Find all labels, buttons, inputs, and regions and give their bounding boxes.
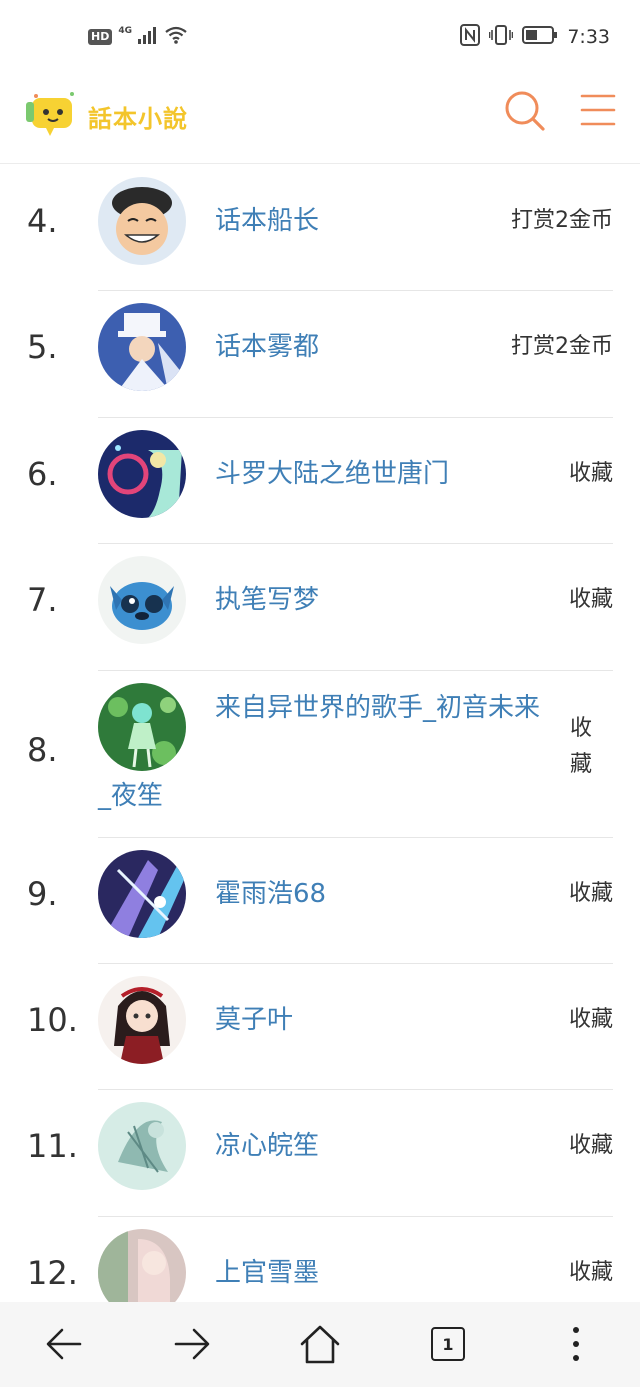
logo-text: 話本小說 bbox=[88, 104, 188, 133]
avatar[interactable] bbox=[98, 429, 186, 518]
reward-action[interactable]: 打赏2金币 bbox=[511, 328, 613, 360]
favorite-action[interactable]: 收藏 bbox=[569, 455, 613, 487]
avatar[interactable] bbox=[98, 303, 186, 392]
user-name-link[interactable]: 霍雨浩68 bbox=[215, 873, 326, 910]
avatar[interactable] bbox=[98, 177, 186, 265]
avatar[interactable] bbox=[98, 1228, 186, 1302]
battery-icon bbox=[522, 25, 558, 49]
hd-badge: HD bbox=[88, 29, 113, 45]
user-name-link[interactable]: 话本雾都 bbox=[215, 326, 319, 363]
avatar[interactable] bbox=[98, 682, 186, 771]
list-item[interactable]: 6. 斗罗大陆之绝世唐门 收藏 bbox=[0, 418, 640, 545]
app-logo[interactable]: 話本小說 bbox=[24, 88, 188, 144]
favorite-action[interactable]: 收藏 bbox=[569, 581, 613, 613]
avatar[interactable] bbox=[98, 556, 186, 645]
list-item[interactable]: 10. 莫子叶 收藏 bbox=[0, 964, 640, 1091]
back-button[interactable] bbox=[40, 1320, 88, 1368]
app-header: 話本小說 bbox=[0, 78, 640, 164]
user-name-link[interactable]: 凉心皖笙 bbox=[215, 1125, 319, 1162]
forward-arrow-icon bbox=[174, 1328, 210, 1360]
signal-icon bbox=[138, 26, 158, 48]
user-name-link[interactable]: 莫子叶 bbox=[215, 999, 293, 1036]
rank-number: 8. bbox=[27, 730, 58, 769]
list-item[interactable]: 12. 上官雪墨 收藏 bbox=[0, 1217, 640, 1302]
list-item[interactable]: 11. 凉心皖笙 收藏 bbox=[0, 1090, 640, 1217]
clock: 7:33 bbox=[567, 26, 610, 48]
more-button[interactable] bbox=[552, 1320, 600, 1368]
reward-action[interactable]: 打赏2金币 bbox=[511, 202, 613, 234]
user-name-link[interactable]: 执笔写梦 bbox=[215, 579, 319, 616]
favorite-action[interactable]: 收藏 bbox=[569, 1254, 613, 1286]
user-name-link[interactable]: 话本船长 bbox=[215, 200, 319, 237]
back-arrow-icon bbox=[46, 1328, 82, 1360]
logo-mascot-icon bbox=[24, 88, 80, 144]
user-name-link[interactable]: 来自异世界的歌手_初音未来 bbox=[215, 675, 575, 741]
status-bar: HD 4G 7:33 bbox=[0, 0, 640, 78]
favorite-action[interactable]: 收藏 bbox=[569, 1127, 613, 1159]
status-right: 7:33 bbox=[460, 24, 610, 50]
rank-number: 10. bbox=[27, 1000, 78, 1039]
status-left: HD 4G bbox=[88, 26, 188, 48]
user-name-link[interactable]: 上官雪墨 bbox=[215, 1252, 319, 1289]
vibrate-icon bbox=[489, 24, 514, 50]
list-item[interactable]: 8. 来自异世界的歌手_初音未来 _夜笙 收藏 bbox=[0, 671, 640, 838]
wifi-icon bbox=[164, 26, 188, 48]
rank-number: 4. bbox=[27, 202, 58, 240]
rank-number: 12. bbox=[27, 1253, 78, 1292]
rank-number: 6. bbox=[27, 454, 58, 493]
tabs-icon: 1 bbox=[431, 1327, 465, 1361]
home-icon bbox=[300, 1325, 340, 1364]
favorite-action[interactable]: 收藏 bbox=[569, 1001, 613, 1033]
favorite-action[interactable]: 收藏 bbox=[570, 711, 600, 783]
search-icon bbox=[505, 91, 545, 131]
list-item[interactable]: 7. 执笔写梦 收藏 bbox=[0, 544, 640, 671]
avatar[interactable] bbox=[98, 975, 186, 1064]
rank-number: 5. bbox=[27, 328, 58, 367]
avatar[interactable] bbox=[98, 849, 186, 938]
rank-number: 11. bbox=[27, 1127, 78, 1166]
list-item[interactable]: 9. 霍雨浩68 收藏 bbox=[0, 838, 640, 964]
user-name-continuation[interactable]: _夜笙 bbox=[98, 775, 163, 812]
network-type: 4G bbox=[118, 26, 132, 36]
rank-number: 9. bbox=[27, 874, 58, 913]
home-button[interactable] bbox=[296, 1320, 344, 1368]
tabs-button[interactable]: 1 bbox=[424, 1320, 472, 1368]
menu-icon bbox=[580, 94, 616, 126]
avatar[interactable] bbox=[98, 1102, 186, 1191]
favorite-action[interactable]: 收藏 bbox=[569, 875, 613, 907]
rank-list: 4. 话本船长 打赏2金币 5. 话本雾都 打赏2金币 6. 斗罗大陆之绝世唐门… bbox=[0, 165, 640, 1302]
forward-button[interactable] bbox=[168, 1320, 216, 1368]
list-item[interactable]: 4. 话本船长 打赏2金币 bbox=[0, 165, 640, 292]
browser-bottom-nav: 1 bbox=[0, 1302, 640, 1387]
list-item[interactable]: 5. 话本雾都 打赏2金币 bbox=[0, 291, 640, 418]
user-name-link[interactable]: 斗罗大陆之绝世唐门 bbox=[215, 453, 449, 490]
more-vertical-icon bbox=[573, 1327, 579, 1361]
search-button[interactable] bbox=[502, 88, 546, 132]
menu-button[interactable] bbox=[578, 90, 618, 130]
nfc-icon bbox=[460, 24, 481, 50]
rank-number: 7. bbox=[27, 581, 58, 620]
